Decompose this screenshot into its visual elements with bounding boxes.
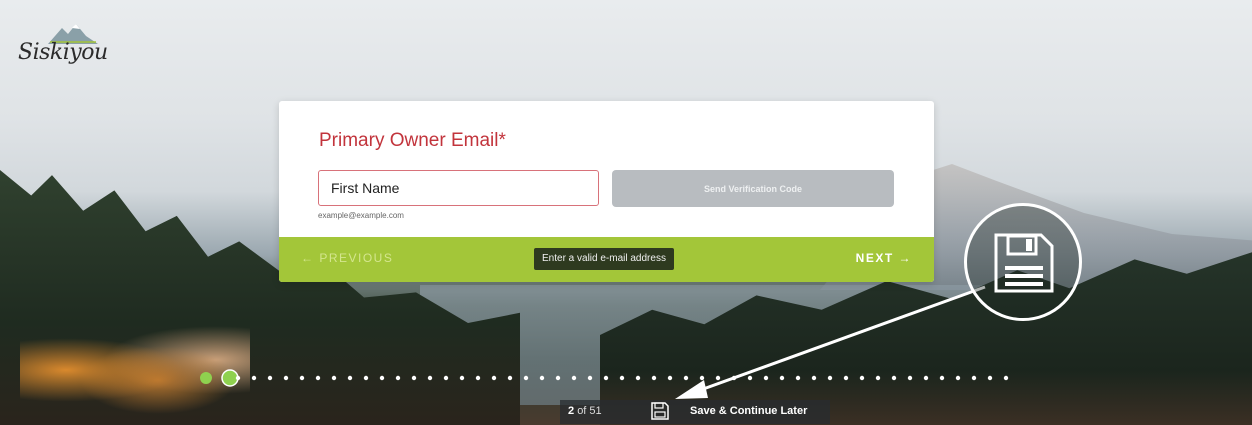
- progress-step: [299, 375, 305, 381]
- progress-step-done: [221, 369, 239, 387]
- progress-steps: [200, 369, 1009, 387]
- progress-step: [891, 375, 897, 381]
- save-callout: [964, 203, 1082, 321]
- progress-step: [667, 375, 673, 381]
- progress-step: [411, 375, 417, 381]
- progress-step: [971, 375, 977, 381]
- progress-step: [267, 375, 273, 381]
- progress-step: [651, 375, 657, 381]
- progress-step: [539, 375, 545, 381]
- progress-step: [987, 375, 993, 381]
- progress-step: [491, 375, 497, 381]
- progress-step: [459, 375, 465, 381]
- progress-step: [811, 375, 817, 381]
- progress-step: [795, 375, 801, 381]
- progress-step: [571, 375, 577, 381]
- progress-step: [283, 375, 289, 381]
- save-continue-later-link[interactable]: Save & Continue Later: [690, 405, 807, 417]
- progress-step: [923, 375, 929, 381]
- total-pages: of 51: [577, 405, 602, 417]
- progress-step: [1003, 375, 1009, 381]
- progress-step: [507, 375, 513, 381]
- progress-step: [763, 375, 769, 381]
- background-landscape: Siskiyou Primary Owner Email* example@ex…: [0, 0, 1252, 425]
- progress-step: [907, 375, 913, 381]
- progress-step: [315, 375, 321, 381]
- progress-step: [603, 375, 609, 381]
- progress-step: [443, 375, 449, 381]
- progress-step: [523, 375, 529, 381]
- progress-step: [235, 375, 241, 381]
- progress-step: [587, 375, 593, 381]
- progress-step: [731, 375, 737, 381]
- progress-step: [555, 375, 561, 381]
- progress-step: [843, 375, 849, 381]
- floppy-disk-icon[interactable]: [650, 401, 670, 421]
- progress-step: [699, 375, 705, 381]
- pointer-arrow-icon: [675, 285, 986, 399]
- progress-step: [331, 375, 337, 381]
- progress-step: [619, 375, 625, 381]
- progress-step: [955, 375, 961, 381]
- progress-step: [475, 375, 481, 381]
- progress-step: [347, 375, 353, 381]
- progress-step: [379, 375, 385, 381]
- progress-step: [779, 375, 785, 381]
- progress-step-done: [200, 372, 212, 384]
- progress-step: [747, 375, 753, 381]
- progress-step: [939, 375, 945, 381]
- progress-step: [875, 375, 881, 381]
- page-counter: 2 of 51: [568, 405, 602, 417]
- progress-step: [427, 375, 433, 381]
- progress-step: [395, 375, 401, 381]
- progress-step: [251, 375, 257, 381]
- progress-step: [827, 375, 833, 381]
- progress-step: [859, 375, 865, 381]
- progress-step: [715, 375, 721, 381]
- progress-step: [363, 375, 369, 381]
- floppy-disk-icon: [994, 233, 1054, 293]
- progress-step: [683, 375, 689, 381]
- progress-step: [635, 375, 641, 381]
- current-page: 2: [568, 405, 575, 417]
